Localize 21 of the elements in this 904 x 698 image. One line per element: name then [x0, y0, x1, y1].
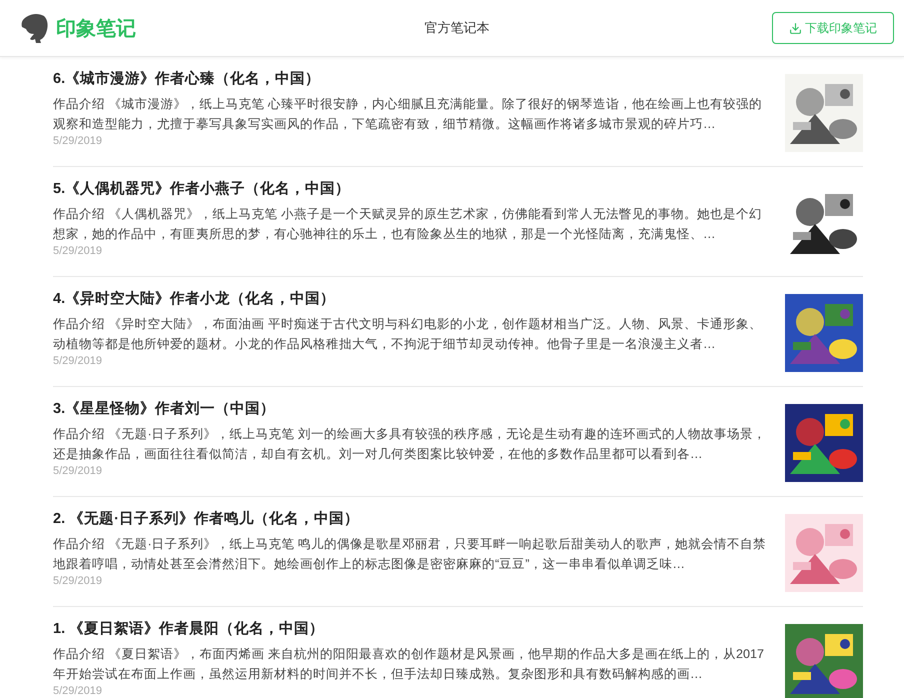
note-title[interactable]: 1. 《夏日絮语》作者晨阳（化名，中国） [53, 620, 771, 638]
note-summary: 作品介绍 《城市漫游》，纸上马克笔 心臻平时很安静，内心细腻且充满能量。除了很好的钢琴造诣，他在绘画上也有较强的观察和造型能力，尤擅于摹写具象写实画风的作品，下笔疏密有致，细节精微。这幅画作将诸多城市景观的碎片巧… [53, 96, 763, 133]
note-date: 5/29/2019 [53, 464, 103, 478]
note-summary: 作品介绍 《无题·日子系列》，纸上马克笔 刘一的绘画大多具有较强的秩序感，无论是生动有趣的连环画式的人物故事场景，还是抽象作品，画面往往看似简洁，却自有玄机。刘一对几何类图案比较钟爱，在他的多数作品里都可以看到各… [53, 426, 768, 463]
note-summary: 作品介绍 《夏日絮语》，布面丙烯画 来自杭州的阳阳最喜欢的创作题材是风景画，他早期的作品大多是画在纸上的，从2017年开始尝试在布面上作画，虽然运用新材料的时间并不长，但手法却日臻成熟。复杂图形和具有数码解构感的画… [53, 646, 766, 683]
note-title[interactable]: 3.《星星怪物》作者刘一（中国） [53, 400, 771, 418]
note-title[interactable]: 6.《城市漫游》作者心臻（化名，中国） [53, 70, 771, 88]
download-icon [789, 22, 802, 34]
note-date: 5/29/2019 [53, 574, 103, 588]
note-title[interactable]: 5.《人偶机器咒》作者小燕子（化名，中国） [53, 180, 771, 198]
page-title: 官方笔记本 [424, 19, 490, 37]
note-summary: 作品介绍 《异时空大陆》，布面油画 平时痴迷于古代文明与科幻电影的小龙，创作题材相当广泛。人物、风景、卡通形象、动植物等都是他所钟爱的题材。小龙的作品风格稚拙大气，不拘泥于细节却灵动传神。他骨子里是一名浪漫主义者… [53, 316, 763, 353]
note-date: 5/29/2019 [53, 244, 103, 258]
note-title[interactable]: 2. 《无题·日子系列》作者鸣儿（化名，中国） [53, 510, 771, 528]
note-date: 5/29/2019 [53, 134, 103, 148]
note-summary: 作品介绍 《无题·日子系列》，纸上马克笔 鸣儿的偶像是歌星邓丽君，只要耳畔一响起歌后甜美动人的歌声，她就会情不自禁地跟着哼唱，动情处甚至会潸然泪下。她绘画创作上的标志图像是密密麻麻的“豆豆”，这一串串看似单调乏味… [53, 536, 768, 573]
note-summary: 作品介绍 《人偶机器咒》，纸上马克笔 小燕子是一个天赋灵异的原生艺术家，仿佛能看到常人无法瞥见的事物。她也是个幻想家，她的作品中，有匪夷所思的梦，有心驰神往的乐土，也有险象丛生的地狱，那是一个光怪陆离，充满鬼怪、… [53, 206, 763, 243]
note-date: 5/29/2019 [53, 354, 103, 368]
note-date: 5/29/2019 [53, 684, 103, 698]
note-title[interactable]: 4.《异时空大陆》作者小龙（化名，中国） [53, 290, 771, 308]
brand-name: 印象笔记 [56, 16, 136, 42]
